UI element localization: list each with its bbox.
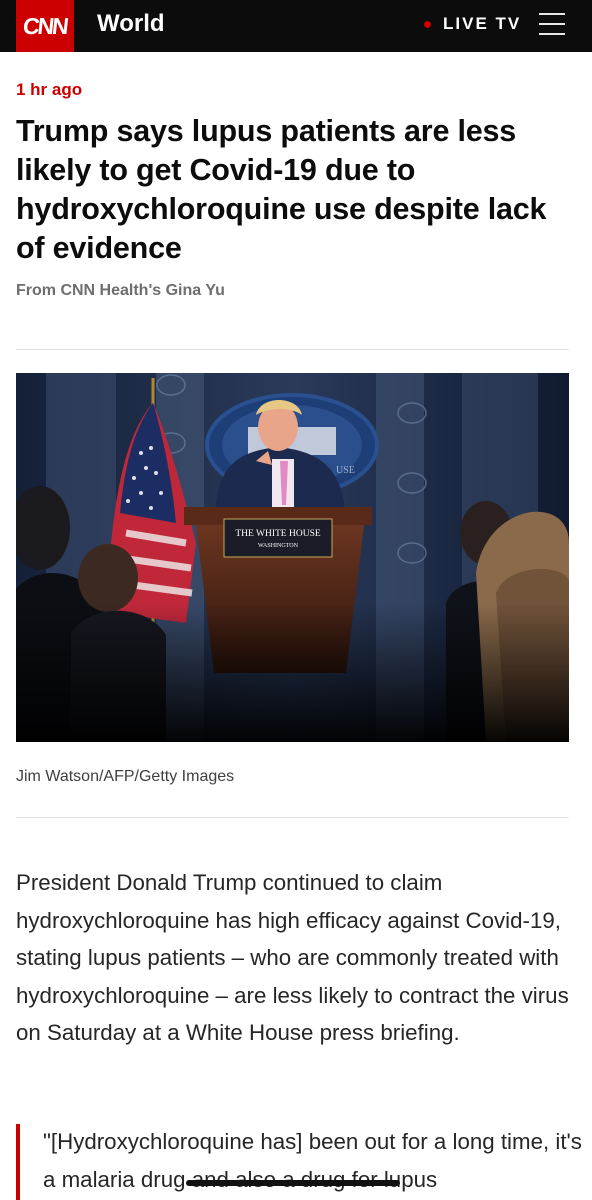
article-paragraph: President Donald Trump continued to clai… [16,870,569,1046]
article-byline: From CNN Health's Gina Yu [16,282,225,299]
svg-text:USE: USE [336,465,355,476]
cnn-logo[interactable]: CNN [16,0,74,52]
press-briefing-image: USE THE WHITE HOUSE WASHINGTON [16,373,569,742]
live-dot-icon [424,20,431,28]
hamburger-menu-icon[interactable] [539,13,565,35]
article-headline: Trump says lupus patients are less likel… [16,114,547,265]
divider [16,817,569,818]
home-indicator[interactable] [186,1180,400,1186]
photo-credit: Jim Watson/AFP/Getty Images [16,768,235,785]
logo-text: CNN [21,12,69,39]
svg-text:WASHINGTON: WASHINGTON [258,543,299,549]
live-tv-button[interactable]: LIVE TV [424,14,521,34]
live-tv-label: LIVE TV [443,14,522,33]
article-photo[interactable]: USE THE WHITE HOUSE WASHINGTON [16,373,569,742]
section-title[interactable]: World [97,10,165,38]
divider [16,349,569,350]
blockquote-accent-bar [16,1124,20,1200]
top-navigation-bar: CNN World LIVE TV [0,0,592,52]
article-quote: "[Hydroxychloroquine has] been out for a… [43,1129,582,1192]
article-timestamp: 1 hr ago [16,80,83,99]
svg-text:THE WHITE HOUSE: THE WHITE HOUSE [235,529,321,539]
